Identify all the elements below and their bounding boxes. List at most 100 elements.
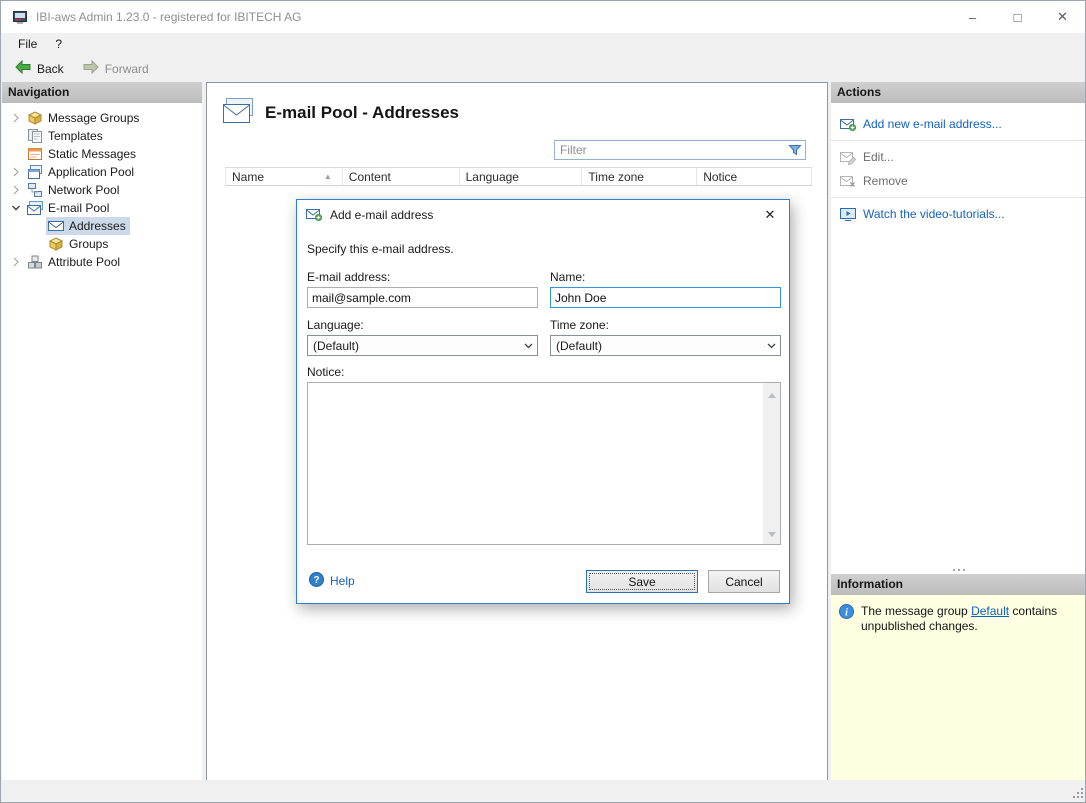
save-button[interactable]: Save [586,570,698,593]
chevron-right-icon[interactable] [9,167,23,177]
add-email-address-dialog: Add e-mail address ✕ Specify this e-mail… [296,199,790,604]
application-pool-icon [27,164,43,180]
tree-item-email-pool[interactable]: E-mail Pool [2,199,202,217]
right-sidebar: Actions Add new e-mail address... Edit..… [831,82,1085,781]
email-address-label: E-mail address: [307,270,391,284]
static-messages-icon [27,146,43,162]
tree-item-addresses[interactable]: Addresses [2,217,202,235]
message-groups-icon [27,110,43,126]
forward-arrow-icon [82,59,100,78]
tree-item-application-pool[interactable]: Application Pool [2,163,202,181]
edit-action: Edit... [831,145,1085,169]
window-title: IBI-aws Admin 1.23.0 - registered for IB… [36,10,302,24]
back-label: Back [37,61,64,76]
tree-label: Network Pool [48,183,120,197]
chevron-right-icon[interactable] [9,257,23,267]
notice-field[interactable] [308,383,763,544]
tree-item-network-pool[interactable]: Network Pool [2,181,202,199]
dialog-description: Specify this e-mail address. [307,242,454,256]
tree-label: Templates [48,129,103,143]
groups-icon [48,236,64,252]
info-icon: i [839,604,854,622]
back-button[interactable]: Back [8,57,70,80]
information-header: Information [831,574,1085,595]
add-new-email-address-action[interactable]: Add new e-mail address... [831,112,1085,136]
actions-header: Actions [831,82,1085,103]
notice-label: Notice: [307,365,345,379]
attribute-pool-icon [27,254,43,270]
maximize-icon[interactable]: □ [995,1,1040,33]
menu-help[interactable]: ? [46,33,71,55]
tree-label: E-mail Pool [48,201,110,215]
tree-item-static-messages[interactable]: Static Messages [2,145,202,163]
column-header-content[interactable]: Content [343,168,460,185]
close-icon[interactable]: ✕ [1040,1,1085,33]
scroll-down-icon[interactable] [767,526,776,540]
add-email-icon [306,206,323,225]
back-arrow-icon [14,59,32,78]
watch-video-tutorials-action[interactable]: Watch the video-tutorials... [831,202,1085,226]
email-address-field[interactable] [307,287,538,308]
column-header-language[interactable]: Language [460,168,583,185]
tree-label: Static Messages [48,147,137,161]
resize-grip[interactable] [1072,787,1084,799]
network-pool-icon [27,182,43,198]
tree-label: Message Groups [48,111,140,125]
timezone-label: Time zone: [550,318,609,332]
default-message-group-link[interactable]: Default [971,604,1009,618]
navigation-tree: Message Groups Templates Static Messages… [2,103,202,271]
add-email-icon [840,116,856,132]
tree-label: Addresses [69,219,126,233]
minimize-icon[interactable]: – [950,1,995,33]
remove-email-icon [840,173,856,189]
name-field[interactable] [550,287,781,308]
menu-file[interactable]: File [9,33,46,55]
chevron-down-icon[interactable] [9,203,23,213]
divider [831,140,1085,141]
scrollbar[interactable] [763,383,780,544]
titlebar: IBI-aws Admin 1.23.0 - registered for IB… [1,1,1085,33]
scroll-up-icon[interactable] [767,387,776,401]
video-tutorial-icon [840,206,856,222]
tree-label: Groups [69,237,109,251]
tree-item-templates[interactable]: Templates [2,127,202,145]
cancel-button[interactable]: Cancel [708,570,780,593]
tree-item-message-groups[interactable]: Message Groups [2,109,202,127]
navigation-panel: Navigation Message Groups Templates Stat… [2,82,202,781]
navigation-toolbar: Back Forward [1,55,1085,82]
page-title: E-mail Pool - Addresses [265,102,459,122]
app-icon [12,9,28,25]
email-pool-icon [27,200,43,216]
column-header-notice[interactable]: Notice [697,168,812,185]
column-header-name[interactable]: Name ▲ [226,168,343,185]
information-panel: i The message group Default contains unp… [831,595,1085,781]
actions-list: Add new e-mail address... Edit... Remove… [831,103,1085,566]
menubar: File ? [1,33,1085,55]
timezone-select[interactable]: (Default) [550,335,781,356]
tree-label: Attribute Pool [48,255,121,269]
forward-label: Forward [104,61,149,76]
remove-action: Remove [831,169,1085,193]
filter-input[interactable] [555,141,788,159]
filter-funnel-icon[interactable] [788,143,802,157]
tree-label: Application Pool [48,165,135,179]
language-label: Language: [307,318,364,332]
panel-splitter-handle[interactable] [831,566,1085,574]
forward-button: Forward [76,57,155,80]
svg-text:i: i [845,608,848,619]
svg-text:?: ? [313,575,319,586]
chevron-right-icon[interactable] [9,113,23,123]
tree-item-attribute-pool[interactable]: Attribute Pool [2,253,202,271]
dialog-close-icon[interactable]: ✕ [760,206,780,224]
email-pool-page-icon [223,98,253,127]
navigation-header: Navigation [2,82,202,103]
tree-item-groups[interactable]: Groups [2,235,202,253]
chevron-right-icon[interactable] [9,185,23,195]
sort-asc-icon: ▲ [323,171,332,181]
column-header-timezone[interactable]: Time zone [582,168,698,185]
help-link[interactable]: ? Help [309,572,355,590]
table-header: Name ▲ Content Language Time zone Notice [225,167,812,186]
language-select[interactable]: (Default) [307,335,538,356]
chevron-down-icon [520,343,537,349]
help-icon: ? [309,572,324,590]
